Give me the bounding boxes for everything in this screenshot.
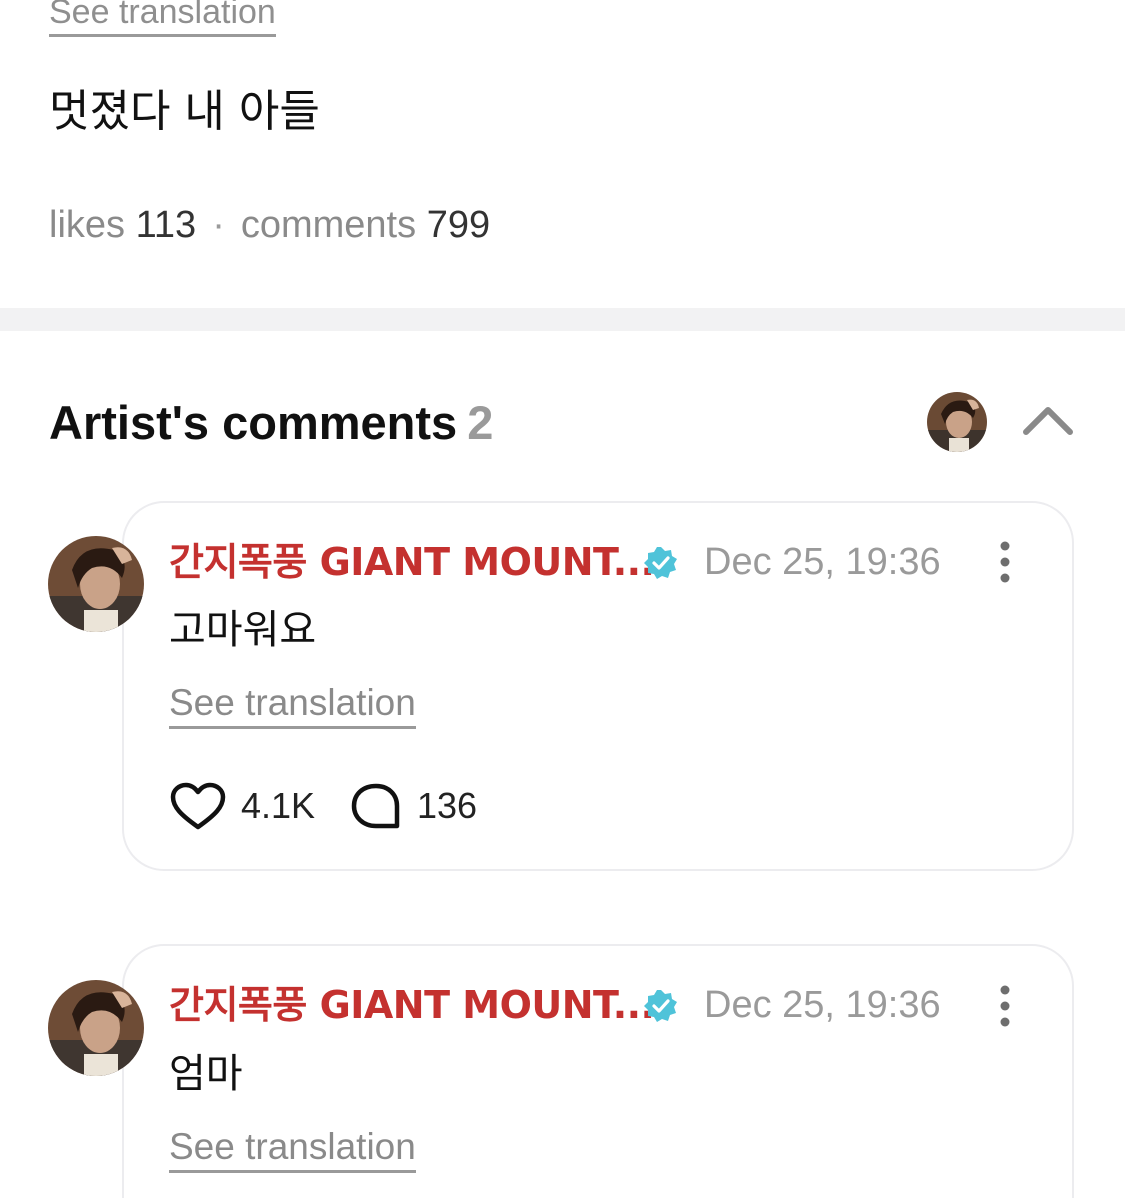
post-see-translation-link[interactable]: See translation <box>49 0 276 37</box>
commenter-avatar[interactable] <box>48 980 144 1076</box>
post-body-text: 멋졌다 내 아들 <box>49 86 320 137</box>
avatar-image <box>927 392 987 452</box>
comments-count: 799 <box>426 204 491 246</box>
commenter-avatar[interactable] <box>48 536 144 632</box>
likes-count: 113 <box>135 204 197 246</box>
reply-count: 136 <box>417 785 478 826</box>
comment-see-translation-link[interactable]: See translation <box>169 680 416 729</box>
comment-text: 고마워요 <box>169 607 317 653</box>
post-stats: likes 113 · comments 799 <box>49 201 490 249</box>
commenter-name[interactable]: 간지폭풍 GIANT MOUNT... <box>169 538 655 586</box>
comment-date: Dec 25, 19:36 <box>704 984 941 1026</box>
heart-icon[interactable] <box>169 781 227 833</box>
section-divider <box>0 308 1125 331</box>
artist-comments-title-label: Artist's comments <box>49 396 458 449</box>
like-count: 4.1K <box>241 785 316 826</box>
comments-label: comments <box>240 204 417 246</box>
avatar-image <box>48 536 144 632</box>
artist-comments-count: 2 <box>467 396 494 449</box>
commenter-name[interactable]: 간지폭풍 GIANT MOUNT... <box>169 981 655 1029</box>
avatar-image <box>48 980 144 1076</box>
artist-avatar[interactable] <box>927 392 987 452</box>
reply-bubble-icon[interactable] <box>350 782 402 832</box>
verified-badge-icon <box>643 545 679 581</box>
chevron-up-icon[interactable] <box>1018 396 1078 448</box>
likes-label: likes <box>49 204 126 246</box>
more-options-icon[interactable] <box>989 984 1021 1028</box>
more-options-icon[interactable] <box>989 540 1021 584</box>
verified-badge-icon <box>643 988 679 1024</box>
comment-text: 엄마 <box>169 1051 243 1097</box>
artist-comments-title: Artist's comments 2 <box>49 394 493 452</box>
artist-comments-screen: See translation 멋졌다 내 아들 likes 113 · comme… <box>0 0 1125 1198</box>
stats-separator: · <box>212 204 225 246</box>
comment-date: Dec 25, 19:36 <box>704 541 941 583</box>
comment-see-translation-link[interactable]: See translation <box>169 1124 416 1173</box>
